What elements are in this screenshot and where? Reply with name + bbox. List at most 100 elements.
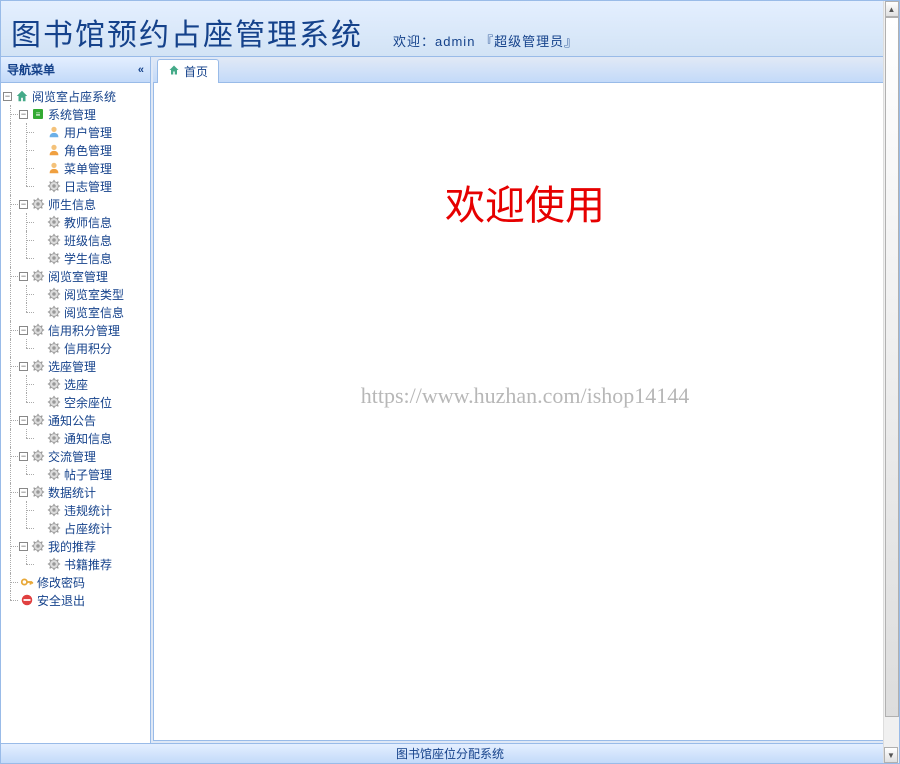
tree-node[interactable]: 选座 [3, 375, 148, 393]
tree-node[interactable]: 班级信息 [3, 231, 148, 249]
tree-node[interactable]: − 交流管理 [3, 447, 148, 465]
tree-node-label: 我的推荐 [48, 538, 96, 555]
main-panel: 首页 欢迎使用 https://www.huzhan.com/ishop1414… [151, 57, 899, 743]
tree-collapse-icon[interactable]: − [19, 272, 28, 281]
tree-node[interactable]: 违规统计 [3, 501, 148, 519]
gear-icon [46, 520, 62, 536]
tree-node[interactable]: 信用积分 [3, 339, 148, 357]
tree-collapse-icon[interactable]: − [19, 488, 28, 497]
sidebar-title: 导航菜单 [7, 61, 55, 78]
tree-node-label: 学生信息 [64, 250, 112, 267]
tree-collapse-icon[interactable]: − [19, 110, 28, 119]
tree-node[interactable]: 帖子管理 [3, 465, 148, 483]
tree-node[interactable]: −阅览室管理 [3, 267, 148, 285]
tree-root-label: 阅览室占座系统 [32, 88, 116, 105]
tree-node[interactable]: −信用积分管理 [3, 321, 148, 339]
gear-icon [30, 484, 46, 500]
gear-icon [46, 214, 62, 230]
tree-collapse-icon[interactable]: − [19, 416, 28, 425]
tree-collapse-icon[interactable]: − [19, 200, 28, 209]
green-square-icon: ≡ [30, 106, 46, 122]
tree-node[interactable]: − 数据统计 [3, 483, 148, 501]
tree-node-label: 通知信息 [64, 430, 112, 447]
tree-node[interactable]: 阅览室类型 [3, 285, 148, 303]
gear-icon [46, 232, 62, 248]
key-icon [19, 574, 35, 590]
home-icon [168, 64, 180, 79]
gear-icon [46, 394, 62, 410]
tree-node-label: 班级信息 [64, 232, 112, 249]
sidebar-header: 导航菜单 « [1, 57, 150, 83]
gear-icon [30, 268, 46, 284]
tree-node[interactable]: 阅览室信息 [3, 303, 148, 321]
tree-node[interactable]: 用户管理 [3, 123, 148, 141]
tree-node[interactable]: 日志管理 [3, 177, 148, 195]
tree-node[interactable]: 通知信息 [3, 429, 148, 447]
gear-icon [46, 556, 62, 572]
tab-home[interactable]: 首页 [157, 59, 219, 83]
tree-node-label: 通知公告 [48, 412, 96, 429]
window-scrollbar[interactable]: ▲ ▼ [883, 1, 899, 763]
gear-icon [30, 358, 46, 374]
watermark-text: https://www.huzhan.com/ishop14144 [361, 383, 690, 409]
gear-icon [46, 286, 62, 302]
scroll-up-icon[interactable]: ▲ [885, 1, 899, 17]
tree-node-label: 教师信息 [64, 214, 112, 231]
tree-node-label: 选座管理 [48, 358, 96, 375]
tree-node-label: 帖子管理 [64, 466, 112, 483]
tree-node[interactable]: −≡系统管理 [3, 105, 148, 123]
scroll-thumb[interactable] [885, 17, 899, 717]
tab-content: 欢迎使用 https://www.huzhan.com/ishop14144 [153, 83, 897, 741]
tree-node[interactable]: 空余座位 [3, 393, 148, 411]
gear-icon [30, 538, 46, 554]
user-icon [46, 124, 62, 140]
tree-node[interactable]: 教师信息 [3, 213, 148, 231]
tree-node-label: 用户管理 [64, 124, 112, 141]
footer-text: 图书馆座位分配系统 [396, 747, 504, 761]
tree-node-label: 数据统计 [48, 484, 96, 501]
gear-icon [46, 340, 62, 356]
tree-node[interactable]: −师生信息 [3, 195, 148, 213]
app-header: 图书馆预约占座管理系统 欢迎：admin 『超级管理员』 [1, 1, 899, 57]
tree-collapse-icon[interactable]: − [19, 362, 28, 371]
gear-icon [46, 376, 62, 392]
tree-root[interactable]: − 阅览室占座系统 [3, 87, 148, 105]
tree-collapse-icon[interactable]: − [3, 92, 12, 101]
tree-collapse-icon[interactable]: − [19, 452, 28, 461]
tree-node-label: 阅览室类型 [64, 286, 124, 303]
sidebar: 导航菜单 « −阅览室占座系统−≡系统管理用户管理角色管理菜单管理日志管理−师生… [1, 57, 151, 743]
tree-node-label: 系统管理 [48, 106, 96, 123]
tree-node[interactable]: 书籍推荐 [3, 555, 148, 573]
tree-node[interactable]: 修改密码 [3, 573, 148, 591]
nav-tree: −阅览室占座系统−≡系统管理用户管理角色管理菜单管理日志管理−师生信息教师信息班… [1, 83, 150, 743]
footer: 图书馆座位分配系统 [1, 743, 899, 763]
tab-strip: 首页 [153, 59, 897, 83]
tree-node-label: 选座 [64, 376, 88, 393]
user-orange-icon [46, 142, 62, 158]
tree-node-label: 违规统计 [64, 502, 112, 519]
tree-node-label: 安全退出 [37, 592, 85, 609]
tree-node[interactable]: 角色管理 [3, 141, 148, 159]
welcome-text: 欢迎：admin 『超级管理员』 [393, 31, 578, 50]
gear-icon [46, 250, 62, 266]
collapse-sidebar-icon[interactable]: « [138, 64, 144, 76]
tree-node[interactable]: − 选座管理 [3, 357, 148, 375]
tree-node[interactable]: − 通知公告 [3, 411, 148, 429]
tree-node[interactable]: 学生信息 [3, 249, 148, 267]
tree-node-label: 交流管理 [48, 448, 96, 465]
gear-icon [46, 178, 62, 194]
tree-collapse-icon[interactable]: − [19, 326, 28, 335]
scroll-down-icon[interactable]: ▼ [884, 747, 898, 763]
tree-node[interactable]: 占座统计 [3, 519, 148, 537]
tree-node[interactable]: − 我的推荐 [3, 537, 148, 555]
tree-node[interactable]: 菜单管理 [3, 159, 148, 177]
welcome-heading: 欢迎使用 [445, 173, 605, 231]
tree-node-label: 占座统计 [64, 520, 112, 537]
stop-icon [19, 592, 35, 608]
gear-icon [30, 448, 46, 464]
tree-node[interactable]: 安全退出 [3, 591, 148, 609]
gear-icon [30, 322, 46, 338]
tree-node-label: 菜单管理 [64, 160, 112, 177]
user-orange-icon [46, 160, 62, 176]
tree-collapse-icon[interactable]: − [19, 542, 28, 551]
